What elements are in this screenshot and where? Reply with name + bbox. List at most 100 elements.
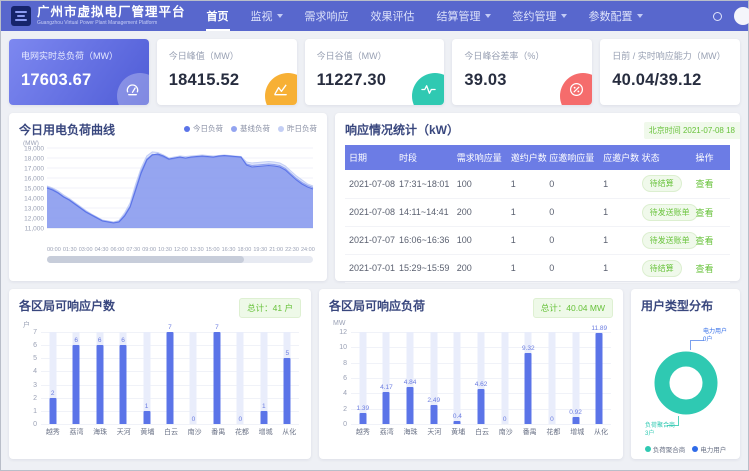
kpi-label: 今日谷值（MW）: [317, 49, 433, 62]
bar-column: 4.17: [375, 332, 399, 424]
beijing-time-badge: 北京时间 2021-07-08 18: [644, 122, 740, 139]
bar: [120, 345, 127, 424]
y-tick-label: 2: [329, 406, 347, 413]
logo-icon: [11, 6, 31, 26]
response-table-body: 2021-07-0817:31~18:01100101待结算查看2021-07-…: [345, 170, 730, 282]
legend-item[interactable]: 今日负荷: [184, 123, 223, 134]
bar-value-label: 4.17: [380, 384, 393, 391]
bar-column: 0.92: [564, 332, 588, 424]
category-label: 增城: [254, 427, 278, 437]
donut-label-power-users: 电力用户 0户: [703, 328, 727, 344]
bar-value-label: 11.89: [591, 325, 607, 332]
kpi-row: 电网实时总负荷（MW） 17603.67 今日峰值（MW） 18415.52 今…: [9, 39, 740, 105]
cell-accepted: 0: [545, 254, 599, 282]
bar: [383, 392, 390, 424]
cell-period: 14:11~14:41: [395, 198, 453, 226]
legend-item[interactable]: 电力用户: [692, 444, 726, 454]
column-header: 日期: [345, 145, 395, 170]
category-label: 从化: [277, 427, 301, 437]
data-zoom-slider[interactable]: [47, 256, 313, 263]
bar: [359, 413, 366, 424]
bar-value-label: 7: [215, 324, 219, 331]
y-tick-label: 1: [19, 408, 37, 415]
app-logo-text: 广州市虚拟电厂管理平台 Guangzhou Virtual Power Plan…: [37, 6, 186, 26]
column-header: 需求响应量: [453, 145, 507, 170]
y-tick-label: 3: [19, 382, 37, 389]
nav-item-monitor[interactable]: 监视: [240, 1, 294, 31]
status-badge: 待发送账单: [642, 204, 698, 221]
donut-ring: [662, 359, 710, 407]
cell-demand: 200: [453, 254, 507, 282]
y-tick-label: 4: [19, 368, 37, 375]
legend-dot-icon: [692, 446, 698, 452]
district-users-categories: 越秀荔湾海珠天河黄埔白云南沙番禺花都增城从化: [41, 427, 301, 437]
chevron-down-icon: [561, 14, 567, 18]
chevron-down-icon: [485, 14, 491, 18]
y-tick-label: 0: [329, 421, 347, 428]
x-tick-label: 10:30: [158, 247, 172, 253]
bar-column: 0: [182, 332, 205, 424]
table-row: 2021-07-0817:31~18:01100101待结算查看: [345, 170, 730, 198]
district-load-chart: 024681012MW1.394.174.842.490.44.6209.320…: [351, 332, 611, 424]
bar: [430, 405, 437, 424]
top-navbar: 广州市虚拟电厂管理平台 Guangzhou Virtual Power Plan…: [1, 1, 748, 31]
notification-icon[interactable]: [713, 12, 722, 21]
cell-demand: 100: [453, 226, 507, 254]
cell-accepted: 0: [545, 198, 599, 226]
cell-demand: 100: [453, 170, 507, 198]
nav-item-effect-evaluation[interactable]: 效果评估: [360, 1, 426, 31]
bar-value-label: 6: [121, 337, 125, 344]
cell-accepted_users: 1: [599, 226, 638, 254]
view-link[interactable]: 查看: [695, 236, 713, 246]
legend-dot-icon: [184, 126, 190, 132]
view-link[interactable]: 查看: [695, 179, 713, 189]
x-tick-label: 12:00: [174, 247, 188, 253]
donut-chart-svg: [647, 344, 725, 422]
table-row: 2021-07-0814:11~14:41200101待发送账单查看: [345, 198, 730, 226]
view-link[interactable]: 查看: [695, 264, 713, 274]
chevron-down-icon: [637, 14, 643, 18]
bar-value-label: 1: [262, 403, 266, 410]
bar: [49, 398, 56, 424]
legend-item[interactable]: 负荷聚合商: [645, 444, 686, 454]
y-tick-label: 4: [329, 390, 347, 397]
cell-invited: 1: [507, 198, 546, 226]
bar-column: 2.49: [422, 332, 446, 424]
column-header: 状态: [638, 145, 692, 170]
category-label: 越秀: [351, 427, 375, 437]
district-load-categories: 越秀荔湾海珠天河黄埔白云南沙番禺花都增城从化: [351, 427, 613, 437]
view-link[interactable]: 查看: [695, 208, 713, 218]
cell-period: 16:06~16:36: [395, 226, 453, 254]
y-tick-label: 2: [19, 395, 37, 402]
response-stats-panel: 响应情况统计（kW） 北京时间 2021-07-08 18 日期时段需求响应量邀…: [335, 113, 740, 281]
nav-item-demand-response[interactable]: 需求响应: [294, 1, 360, 31]
nav-item-contract[interactable]: 签约管理: [502, 1, 578, 31]
legend-item[interactable]: 基线负荷: [231, 123, 270, 134]
nav-item-home[interactable]: 首页: [196, 1, 240, 31]
y-tick-label: 6: [329, 375, 347, 382]
category-label: 越秀: [41, 427, 65, 437]
cell-date: 2021-07-08: [345, 170, 395, 198]
response-table: 日期时段需求响应量邀约户数应邀响应量应邀户数状态操作 2021-07-0817:…: [345, 145, 730, 283]
bar-value-label: 0: [503, 416, 507, 423]
data-zoom-selection[interactable]: [47, 256, 244, 263]
x-tick-label: 24:00: [301, 247, 315, 253]
nav-item-settlement[interactable]: 结算管理: [426, 1, 502, 31]
load-curve-legend: 今日负荷基线负荷昨日负荷: [184, 123, 317, 134]
load-curve-x-axis: 00:0001:3003:0004:3006:0007:3009:0010:30…: [47, 247, 315, 253]
bar-column: 0.4: [446, 332, 470, 424]
bar: [284, 358, 291, 424]
legend-item[interactable]: 昨日负荷: [278, 123, 317, 134]
cell-accepted: 0: [545, 170, 599, 198]
nav-item-params[interactable]: 参数配置: [578, 1, 654, 31]
category-label: 黄埔: [446, 427, 470, 437]
avatar[interactable]: [734, 7, 749, 25]
response-table-header: 日期时段需求响应量邀约户数应邀响应量应邀户数状态操作: [345, 145, 730, 170]
category-label: 从化: [589, 427, 613, 437]
category-label: 白云: [470, 427, 494, 437]
x-tick-label: 03:00: [79, 247, 93, 253]
nav-right: [713, 7, 740, 25]
bar-column: 0: [229, 332, 252, 424]
column-header: 时段: [395, 145, 453, 170]
kpi-value: 40.04/39.12: [612, 71, 728, 90]
